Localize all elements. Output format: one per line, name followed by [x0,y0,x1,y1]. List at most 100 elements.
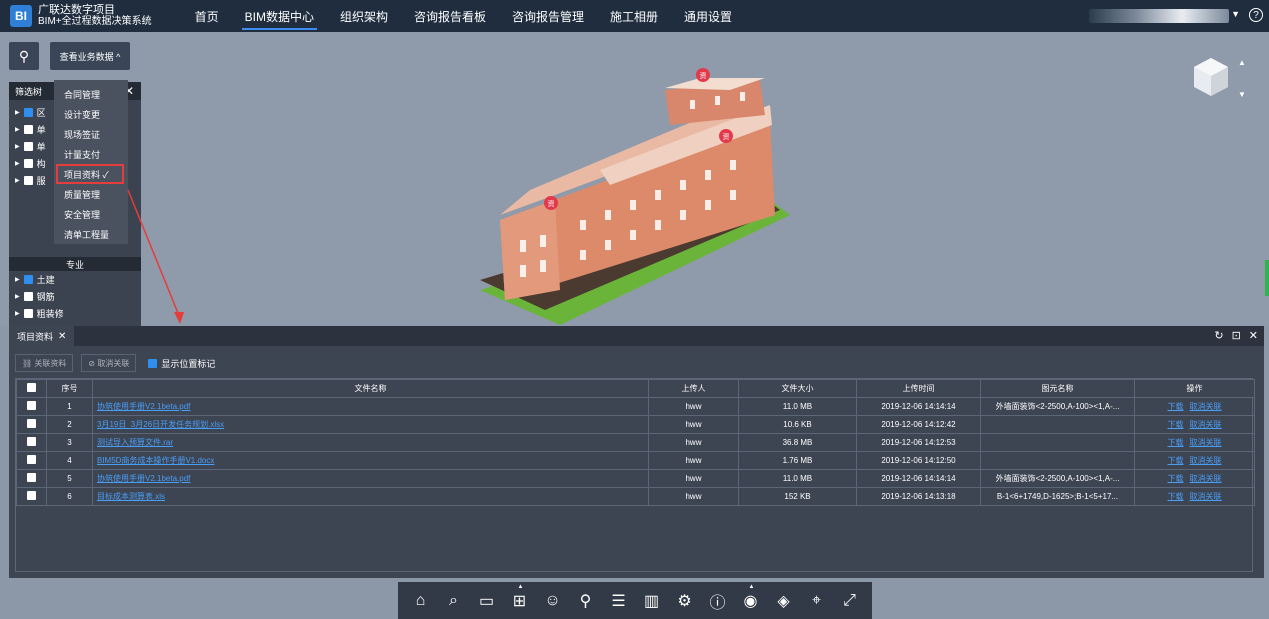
checkbox[interactable] [23,292,33,301]
file-link[interactable]: 协筑使用手册V2.1beta.pdf [97,402,190,411]
show-marker-toggle[interactable]: 显示位置标记 [144,357,215,370]
file-link[interactable]: BIM5D商务成本操作手册V1.docx [97,456,214,465]
measure-icon[interactable]: ▭ [474,588,500,614]
expand-arrow-icon[interactable]: ▶ [15,293,20,300]
unlink-link[interactable]: 取消关联 [1190,456,1222,465]
menu-item-contract[interactable]: 合同管理 [54,84,128,104]
nav-item-report-board[interactable]: 咨询报告看板 [401,0,499,32]
unlink-docs-button[interactable]: ⊘ 取消关联 [81,354,137,372]
file-link[interactable]: 目标成本测算表.xls [97,492,165,501]
location-icon[interactable]: ⌖ [804,588,830,614]
fullscreen-icon[interactable]: ⤢ [837,588,863,614]
nav-item-org[interactable]: 组织架构 [327,0,401,32]
resource-marker[interactable]: 资 [696,68,710,82]
tab-close-icon[interactable]: ✕ [58,331,66,342]
select-all-checkbox[interactable] [16,379,47,398]
tree-toggle-button[interactable]: ⚲ [9,42,39,70]
menu-item-safety[interactable]: 安全管理 [54,204,128,224]
menu-item-site-visa[interactable]: 现场签证 [54,124,128,144]
model-viewport[interactable]: 资 资 资 [0,32,1269,326]
row-checkbox[interactable] [16,451,47,470]
chart-icon[interactable]: ▥ [639,588,665,614]
table-row[interactable]: 5 协筑使用手册V2.1beta.pdf hww 11.0 MB 2019-12… [16,469,1255,488]
expand-arrow-icon[interactable]: ▶ [15,276,20,283]
download-link[interactable]: 下载 [1168,402,1184,411]
menu-item-quality[interactable]: 质量管理 [54,184,128,204]
discipline-row[interactable]: ▶ 粗装修 [9,305,141,322]
view-cube[interactable] [1190,56,1232,98]
table-row[interactable]: 1 协筑使用手册V2.1beta.pdf hww 11.0 MB 2019-12… [16,397,1255,416]
discipline-row[interactable]: ▶ 土建 [9,271,141,288]
nav-item-bim-data-center[interactable]: BIM数据中心 [232,0,327,32]
checkbox[interactable] [23,125,33,134]
nav-item-home[interactable]: 首页 [182,0,232,32]
unlink-link[interactable]: 取消关联 [1190,474,1222,483]
unlink-link[interactable]: 取消关联 [1190,402,1222,411]
checkbox[interactable] [23,176,33,185]
discipline-row[interactable]: ▶ 钢筋 [9,288,141,305]
download-link[interactable]: 下载 [1168,438,1184,447]
checkbox[interactable] [23,309,33,318]
help-icon[interactable]: ? [1249,8,1263,22]
roam-icon[interactable]: ⚲ [573,588,599,614]
checkbox[interactable] [23,142,33,151]
checkbox[interactable] [23,275,33,284]
refresh-icon[interactable]: ↻ [1214,329,1223,342]
nav-item-settings[interactable]: 通用设置 [671,0,745,32]
menu-item-design-change[interactable]: 设计变更 [54,104,128,124]
file-link[interactable]: 3月19日_3月26日开发任务规划.xlsx [97,420,224,429]
list-icon[interactable]: ☰ [606,588,632,614]
unlink-link[interactable]: 取消关联 [1190,438,1222,447]
table-row[interactable]: 2 3月19日_3月26日开发任务规划.xlsx hww 10.6 KB 201… [16,415,1255,434]
tab-project-docs[interactable]: 项目资料 ✕ [9,326,75,346]
download-link[interactable]: 下载 [1168,474,1184,483]
cube-icon[interactable]: ◈ [771,588,797,614]
user-menu[interactable] [1089,9,1229,23]
download-link[interactable]: 下载 [1168,420,1184,429]
expand-icon[interactable]: ⊡ [1232,329,1241,342]
home-icon[interactable]: ⌂ [408,588,434,614]
row-checkbox[interactable] [16,397,47,416]
row-checkbox[interactable] [16,469,47,488]
zoom-box-icon[interactable]: ⌕ [441,588,467,614]
cube-home-icon[interactable]: ▲ [1238,58,1246,67]
expand-arrow-icon[interactable]: ▶ [15,109,20,116]
row-checkbox[interactable] [16,433,47,452]
nav-item-report-manage[interactable]: 咨询报告管理 [499,0,597,32]
expand-arrow-icon[interactable]: ▶ [15,310,20,317]
nav-item-album[interactable]: 施工相册 [597,0,671,32]
expand-arrow-icon[interactable]: ▶ [15,143,20,150]
resource-marker[interactable]: 资 [544,196,558,210]
expand-arrow-icon[interactable]: ▶ [15,177,20,184]
menu-item-project-docs[interactable]: 项目资料 ✓ [56,164,124,184]
user-caret-icon[interactable]: ▼ [1231,9,1240,19]
unlink-link[interactable]: 取消关联 [1190,492,1222,501]
table-row[interactable]: 3 测试导入预算文件.rar hww 36.8 MB 2019-12-06 14… [16,433,1255,452]
checkbox[interactable] [148,358,158,368]
settings-icon[interactable]: ⚙ [672,588,698,614]
file-link[interactable]: 协筑使用手册V2.1beta.pdf [97,474,190,483]
unlink-link[interactable]: 取消关联 [1190,420,1222,429]
checkbox[interactable] [23,108,33,117]
file-link[interactable]: 测试导入预算文件.rar [97,438,173,447]
section-icon[interactable]: ▲ ⊞ [507,584,533,614]
model-icon[interactable]: ▲ ◉ [738,584,764,614]
person-icon[interactable]: ☺ [540,588,566,614]
resource-marker[interactable]: 资 [719,129,733,143]
menu-item-payment[interactable]: 计量支付 [54,144,128,164]
business-data-dropdown[interactable]: 查看业务数据 ^ [50,42,130,70]
row-checkbox[interactable] [16,415,47,434]
expand-arrow-icon[interactable]: ▶ [15,126,20,133]
download-link[interactable]: 下载 [1168,492,1184,501]
table-row[interactable]: 6 目标成本测算表.xls hww 152 KB 2019-12-06 14:1… [16,487,1255,506]
row-checkbox[interactable] [16,487,47,506]
info-icon[interactable]: ⓘ [705,588,731,614]
close-icon[interactable]: ✕ [1249,329,1258,342]
expand-arrow-icon[interactable]: ▶ [15,160,20,167]
table-row[interactable]: 4 BIM5D商务成本操作手册V1.docx hww 1.76 MB 2019-… [16,451,1255,470]
cube-menu-icon[interactable]: ▼ [1238,90,1246,99]
menu-item-bill-quantity[interactable]: 清单工程量 [54,224,128,244]
checkbox[interactable] [23,159,33,168]
link-docs-button[interactable]: ⛓ 关联资料 [15,354,74,372]
download-link[interactable]: 下载 [1168,456,1184,465]
